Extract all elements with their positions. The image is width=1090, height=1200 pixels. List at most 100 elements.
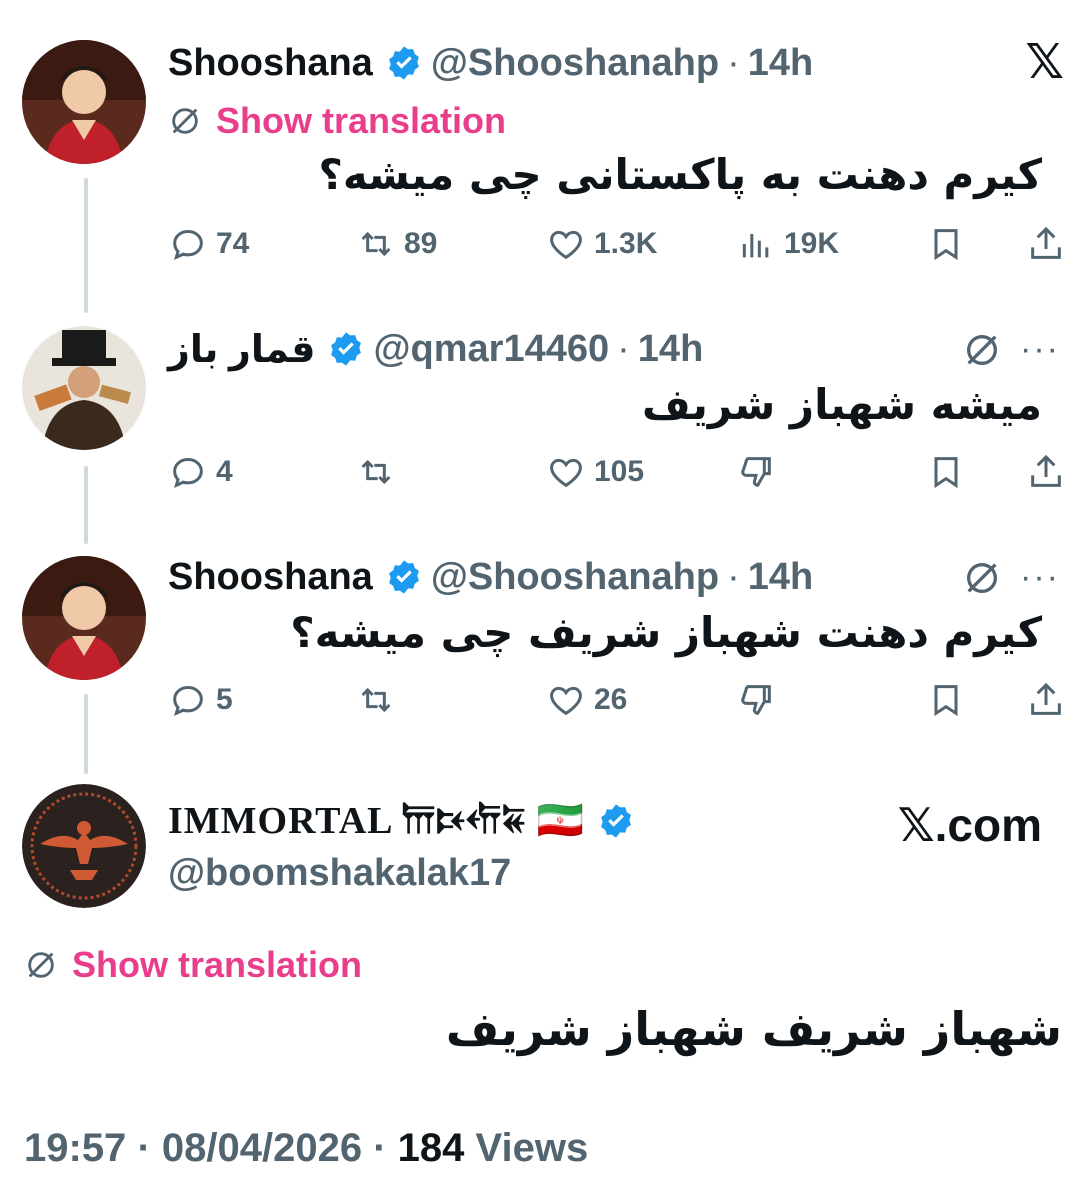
like-count: 1.3K: [594, 227, 658, 260]
views-bar-chart-icon: [742, 234, 769, 258]
reply-count: 4: [216, 455, 233, 488]
show-translation-label: Show translation: [216, 100, 507, 141]
thumbs-down-icon: [741, 457, 771, 487]
verified-badge-icon: [331, 332, 362, 366]
bookmark-button[interactable]: [926, 672, 966, 728]
share-icon: [1031, 226, 1061, 259]
thread-connector-3: [84, 694, 88, 774]
avatar[interactable]: [22, 556, 146, 680]
heart-icon: [550, 686, 582, 716]
bookmark-icon: [934, 229, 958, 261]
share-button[interactable]: [1026, 672, 1066, 728]
like-count: 105: [594, 455, 645, 488]
separator: ·: [727, 555, 740, 598]
bookmark-button[interactable]: [926, 444, 966, 500]
repost-icon: [361, 231, 391, 257]
bookmark-button[interactable]: [926, 216, 966, 272]
bookmark-icon: [934, 685, 958, 717]
avatar[interactable]: [22, 326, 146, 450]
more-options-icon[interactable]: ···: [1020, 558, 1060, 597]
separator: ·: [727, 41, 740, 84]
verified-badge-icon: [388, 560, 419, 594]
separator: ·: [617, 327, 630, 370]
avatar[interactable]: [22, 784, 146, 908]
timestamp[interactable]: 14h: [748, 42, 813, 85]
repost-button[interactable]: [356, 444, 396, 500]
separator: ·: [373, 1126, 387, 1170]
repost-button[interactable]: 89: [356, 216, 437, 272]
heart-icon: [550, 458, 582, 488]
views-count: 184: [397, 1126, 465, 1170]
handle-row: @boomshakalak17: [168, 848, 511, 898]
reply-count: 74: [216, 227, 250, 260]
downvote-button[interactable]: [736, 444, 776, 500]
views-button[interactable]: 19K: [736, 216, 839, 272]
like-count: 26: [594, 683, 628, 716]
share-icon: [1031, 682, 1061, 715]
reply-icon: [173, 457, 203, 489]
heart-icon: [550, 230, 582, 260]
reply-icon: [173, 685, 203, 717]
tweet-text: میشه شهباز شریف: [642, 380, 1042, 429]
tweet-text: شهباز شریف شهباز شریف: [445, 1002, 1062, 1056]
translate-globe-icon: [172, 108, 198, 134]
thread-connector-2: [84, 466, 88, 544]
handle[interactable]: @Shooshanahp: [431, 42, 719, 85]
post-time[interactable]: 19:57: [24, 1126, 126, 1170]
tweet-text: کیرم دهنت شهباز شریف چی میشه؟: [290, 608, 1042, 657]
translate-globe-icon: [28, 952, 54, 978]
tweet-header: قمار باز @qmar14460 · 14h: [168, 324, 703, 374]
reply-button[interactable]: 4: [168, 444, 233, 500]
handle[interactable]: @boomshakalak17: [168, 852, 511, 895]
action-bar: 74 89 1.3K 19K: [168, 216, 1068, 272]
avatar[interactable]: [22, 40, 146, 164]
show-translation-link[interactable]: Show translation: [24, 944, 362, 986]
display-name[interactable]: Shooshana: [168, 42, 373, 85]
timestamp[interactable]: 14h: [638, 328, 703, 371]
share-button[interactable]: [1026, 216, 1066, 272]
separator: ·: [137, 1126, 151, 1170]
views-count: 19K: [784, 227, 840, 260]
like-button[interactable]: 26: [546, 672, 627, 728]
x-logo-icon: 𝕏: [1025, 36, 1064, 89]
action-bar: 4 105: [168, 444, 1068, 500]
reply-button[interactable]: 74: [168, 216, 249, 272]
tweet-header: Shooshana @Shooshanahp · 14h: [168, 38, 813, 88]
reply-button[interactable]: 5: [168, 672, 233, 728]
like-button[interactable]: 1.3K: [546, 216, 657, 272]
thumbs-down-icon: [741, 685, 771, 715]
handle[interactable]: @Shooshanahp: [431, 556, 719, 599]
share-button[interactable]: [1026, 444, 1066, 500]
tweet-header: Shooshana @Shooshanahp · 14h: [168, 552, 813, 602]
like-button[interactable]: 105: [546, 444, 644, 500]
x-com-watermark: 𝕏.com: [897, 799, 1042, 851]
verified-badge-icon: [388, 46, 419, 80]
downvote-button[interactable]: [736, 672, 776, 728]
verified-badge-icon: [601, 804, 632, 838]
timestamp[interactable]: 14h: [748, 556, 813, 599]
post-date[interactable]: 08/04/2026: [162, 1126, 362, 1170]
repost-count: 89: [404, 227, 438, 260]
show-translation-label: Show translation: [72, 944, 363, 985]
display-name[interactable]: IMMORTAL 𐎠𐎴𐎢𐏁 🇮🇷: [168, 799, 585, 843]
reply-count: 5: [216, 683, 233, 716]
bookmark-icon: [934, 457, 958, 489]
repost-button[interactable]: [356, 672, 396, 728]
tweet-text: کیرم دهنت به پاکستانی چی میشه؟: [318, 150, 1042, 199]
handle[interactable]: @qmar14460: [373, 328, 609, 371]
reply-icon: [173, 229, 203, 261]
repost-icon: [361, 459, 391, 485]
tweet-meta: 19:57 · 08/04/2026 · 184 Views: [24, 1126, 588, 1171]
share-icon: [1031, 454, 1061, 487]
action-bar: 5 26: [168, 672, 1068, 728]
tweet-header: IMMORTAL 𐎠𐎴𐎢𐏁 🇮🇷: [168, 796, 643, 846]
show-translation-link[interactable]: Show translation: [168, 100, 506, 142]
repost-icon: [361, 687, 391, 713]
views-label: Views: [475, 1126, 589, 1170]
display-name[interactable]: قمار باز: [168, 327, 315, 372]
more-options-icon[interactable]: ···: [1020, 330, 1060, 369]
translate-globe-icon[interactable]: [962, 558, 1002, 598]
display-name[interactable]: Shooshana: [168, 556, 373, 599]
thread-connector-1: [84, 178, 88, 313]
translate-globe-icon[interactable]: [962, 330, 1002, 370]
